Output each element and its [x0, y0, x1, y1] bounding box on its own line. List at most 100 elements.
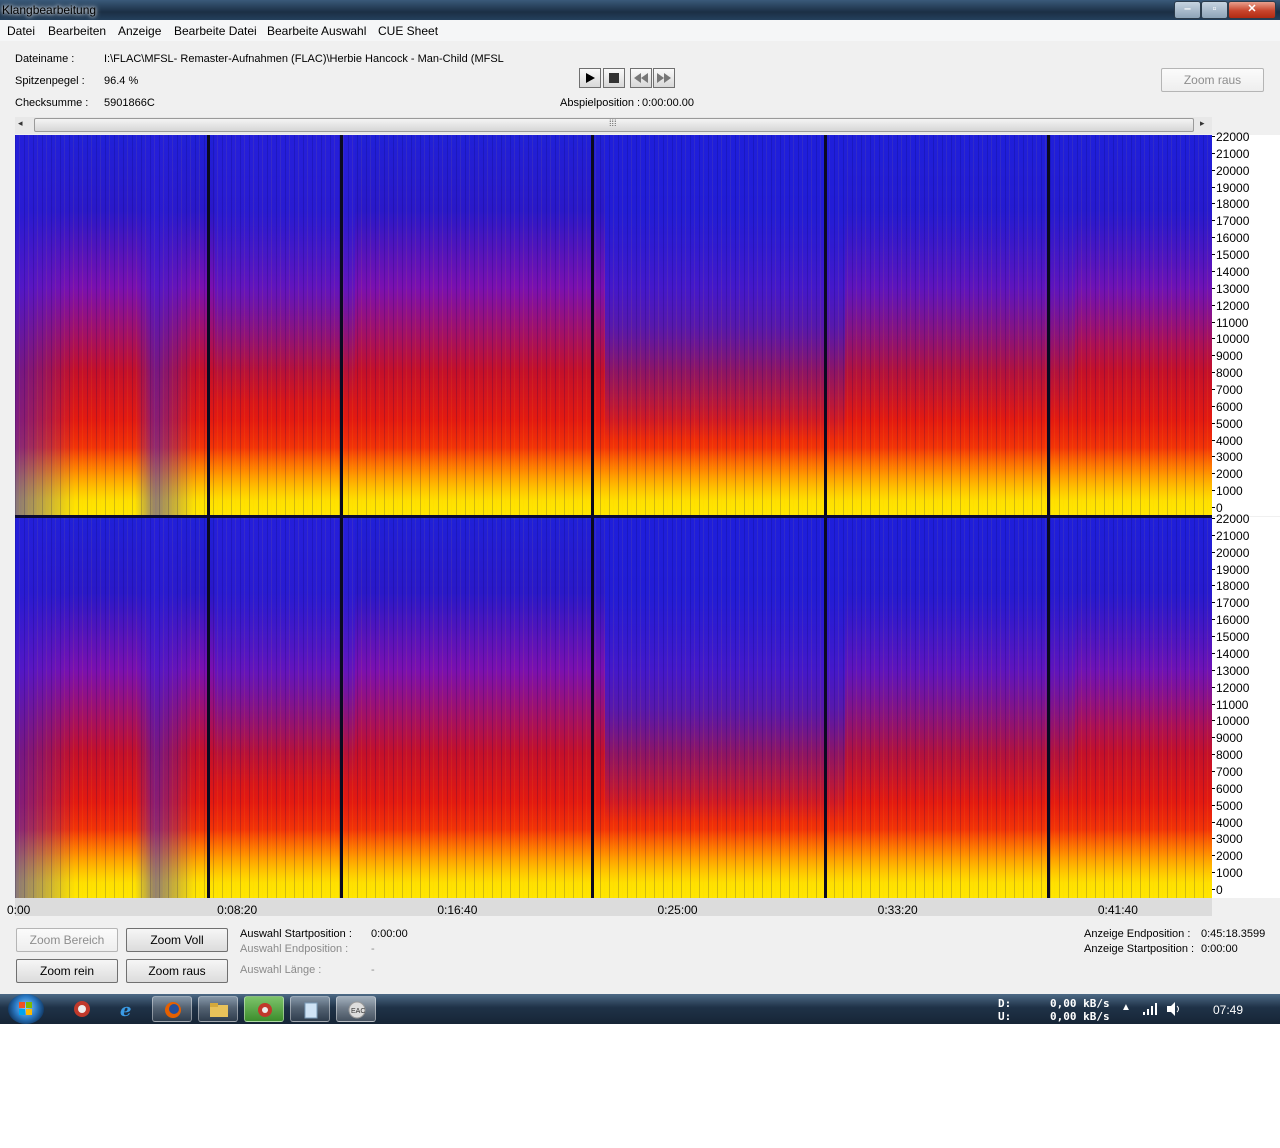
- scroll-right-arrow-icon[interactable]: ▸: [1200, 118, 1205, 129]
- notepad-icon[interactable]: [290, 996, 330, 1022]
- selection-start-value: 0:00:00: [371, 928, 408, 940]
- selection-length-label: Auswahl Länge :: [240, 964, 322, 976]
- menu-bearbeite-datei[interactable]: Bearbeite Datei: [174, 24, 257, 38]
- frequency-tick-label: 8000: [1212, 366, 1243, 381]
- net-upload-value: 0,00 kB/s: [1050, 1010, 1110, 1023]
- menu-cue-sheet[interactable]: CUE Sheet: [378, 24, 438, 38]
- frequency-tick-label: 17000: [1211, 214, 1250, 229]
- rewind-icon: [634, 73, 648, 83]
- frequency-tick-label: 1000: [1212, 484, 1243, 499]
- frequency-tick-label: 15000: [1211, 248, 1250, 263]
- frequency-axis-right-channel: 22000 21000 20000 19000 18000 17000 16000 15000…: [1211, 513, 1280, 898]
- taskbar-app-icon[interactable]: [62, 996, 102, 1022]
- zoom-out-button[interactable]: Zoom raus: [126, 959, 228, 983]
- spectrogram-channel-left[interactable]: [15, 135, 1212, 516]
- peak-label: Spitzenpegel :: [15, 75, 85, 87]
- maximize-button[interactable]: ▫: [1201, 1, 1228, 19]
- frequency-tick-label: 16000: [1211, 231, 1250, 246]
- track-boundary-line: [206, 135, 210, 516]
- rewind-button[interactable]: [630, 68, 652, 88]
- channel-divider: [15, 515, 1212, 518]
- zoom-out-top-button[interactable]: Zoom raus: [1161, 68, 1264, 92]
- frequency-tick-label: 9000: [1212, 349, 1243, 364]
- selection-end-label: Auswahl Endposition :: [240, 943, 349, 955]
- frequency-tick-label: 5000: [1212, 416, 1243, 431]
- spectrum-texture: [15, 135, 1212, 516]
- frequency-tick-label: 13000: [1211, 663, 1250, 678]
- frequency-tick-label: 19000: [1211, 562, 1250, 577]
- time-tick-label: 0:41:40: [1097, 903, 1138, 917]
- net-download-value: 0,00 kB/s: [1050, 997, 1110, 1010]
- show-hidden-icons-icon[interactable]: ▲: [1121, 1002, 1131, 1013]
- playpos-value: 0:00:00.00: [642, 97, 694, 109]
- scroll-left-arrow-icon[interactable]: ◂: [18, 118, 23, 129]
- grip-icon: ⁞⁞⁞: [609, 118, 617, 128]
- menu-anzeige[interactable]: Anzeige: [118, 24, 161, 38]
- explorer-folder-icon[interactable]: [198, 996, 238, 1022]
- frequency-tick-label: 1000: [1212, 866, 1243, 881]
- frequency-tick-label: 20000: [1211, 545, 1250, 560]
- internet-explorer-icon[interactable]: e: [108, 996, 148, 1022]
- view-end-value: 0:45:18.3599: [1201, 928, 1266, 940]
- frequency-tick-label: 12000: [1211, 298, 1250, 313]
- frequency-tick-label: 18000: [1211, 579, 1250, 594]
- time-tick-label: 0:08:20: [217, 903, 258, 917]
- track-boundary-line: [206, 517, 210, 898]
- eac-icon[interactable]: EAC: [336, 996, 376, 1022]
- menu-bearbeiten[interactable]: Bearbeiten: [48, 24, 106, 38]
- svg-text:e: e: [120, 1000, 131, 1021]
- menu-datei[interactable]: Datei: [7, 24, 35, 38]
- minimize-button[interactable]: ‒: [1174, 1, 1201, 19]
- frequency-tick-label: 11000: [1211, 697, 1249, 712]
- peak-value: 96.4 %: [104, 75, 139, 87]
- frequency-axis-left-channel: 22000 21000 20000 19000 18000 17000 16000 15000…: [1211, 131, 1280, 516]
- zoom-full-button[interactable]: Zoom Voll: [126, 928, 228, 952]
- net-upload-label: U:: [998, 1010, 1012, 1023]
- frequency-tick-label: 14000: [1211, 264, 1250, 279]
- firefox-icon[interactable]: [152, 996, 192, 1022]
- volume-icon[interactable]: [1165, 1001, 1183, 1020]
- start-button[interactable]: [8, 994, 44, 1024]
- time-tick-label: 0:25:00: [657, 903, 698, 917]
- svg-text:EAC: EAC: [351, 1008, 365, 1015]
- taskbar-app-active-icon[interactable]: [244, 996, 284, 1022]
- filename-value: I:\FLAC\MFSL- Remaster-Aufnahmen (FLAC)\…: [104, 53, 504, 65]
- time-axis: 0:00 0:08:20 0:16:40 0:25:00 0:33:20 0:41:40: [7, 898, 1212, 917]
- frequency-tick-label: 11000: [1211, 315, 1249, 330]
- zoom-range-button[interactable]: Zoom Bereich: [16, 928, 118, 952]
- time-tick-label: 0:16:40: [437, 903, 478, 917]
- frequency-tick-label: 0: [1212, 883, 1223, 897]
- frequency-tick-label: 22000: [1211, 512, 1250, 526]
- play-button[interactable]: [579, 68, 601, 88]
- close-button[interactable]: ✕: [1228, 1, 1276, 19]
- track-boundary-line: [339, 517, 343, 898]
- clock[interactable]: 07:49: [1213, 1003, 1243, 1017]
- frequency-tick-label: 17000: [1211, 596, 1250, 611]
- view-start-label: Anzeige Startposition :: [1084, 943, 1195, 955]
- track-boundary-line: [339, 135, 343, 516]
- play-icon: [586, 73, 595, 83]
- fast-forward-button[interactable]: [653, 68, 675, 88]
- frequency-tick-label: 4000: [1212, 433, 1243, 448]
- frequency-tick-label: 21000: [1211, 528, 1250, 543]
- view-start-value: 0:00:00: [1201, 943, 1238, 955]
- track-boundary-line: [824, 135, 828, 516]
- zoom-in-button[interactable]: Zoom rein: [16, 959, 118, 983]
- frequency-tick-label: 18000: [1211, 197, 1250, 212]
- frequency-tick-label: 3000: [1212, 832, 1243, 847]
- selection-end-value: -: [371, 943, 375, 955]
- checksum-label: Checksumme :: [15, 97, 89, 109]
- selection-length-value: -: [371, 964, 375, 976]
- frequency-tick-label: 10000: [1211, 714, 1250, 729]
- frequency-tick-label: 2000: [1212, 849, 1243, 864]
- spectrogram-channel-right[interactable]: [15, 517, 1212, 898]
- frequency-tick-label: 14000: [1211, 646, 1250, 661]
- time-tick-label: 0:33:20: [877, 903, 918, 917]
- frequency-tick-label: 13000: [1211, 281, 1250, 296]
- frequency-tick-label: 12000: [1211, 680, 1250, 695]
- stop-button[interactable]: [603, 68, 625, 88]
- title-bar: [0, 0, 1280, 20]
- selection-start-label: Auswahl Startposition :: [240, 928, 352, 940]
- network-signal-icon[interactable]: [1142, 1002, 1158, 1019]
- menu-bearbeite-auswahl[interactable]: Bearbeite Auswahl: [267, 24, 366, 38]
